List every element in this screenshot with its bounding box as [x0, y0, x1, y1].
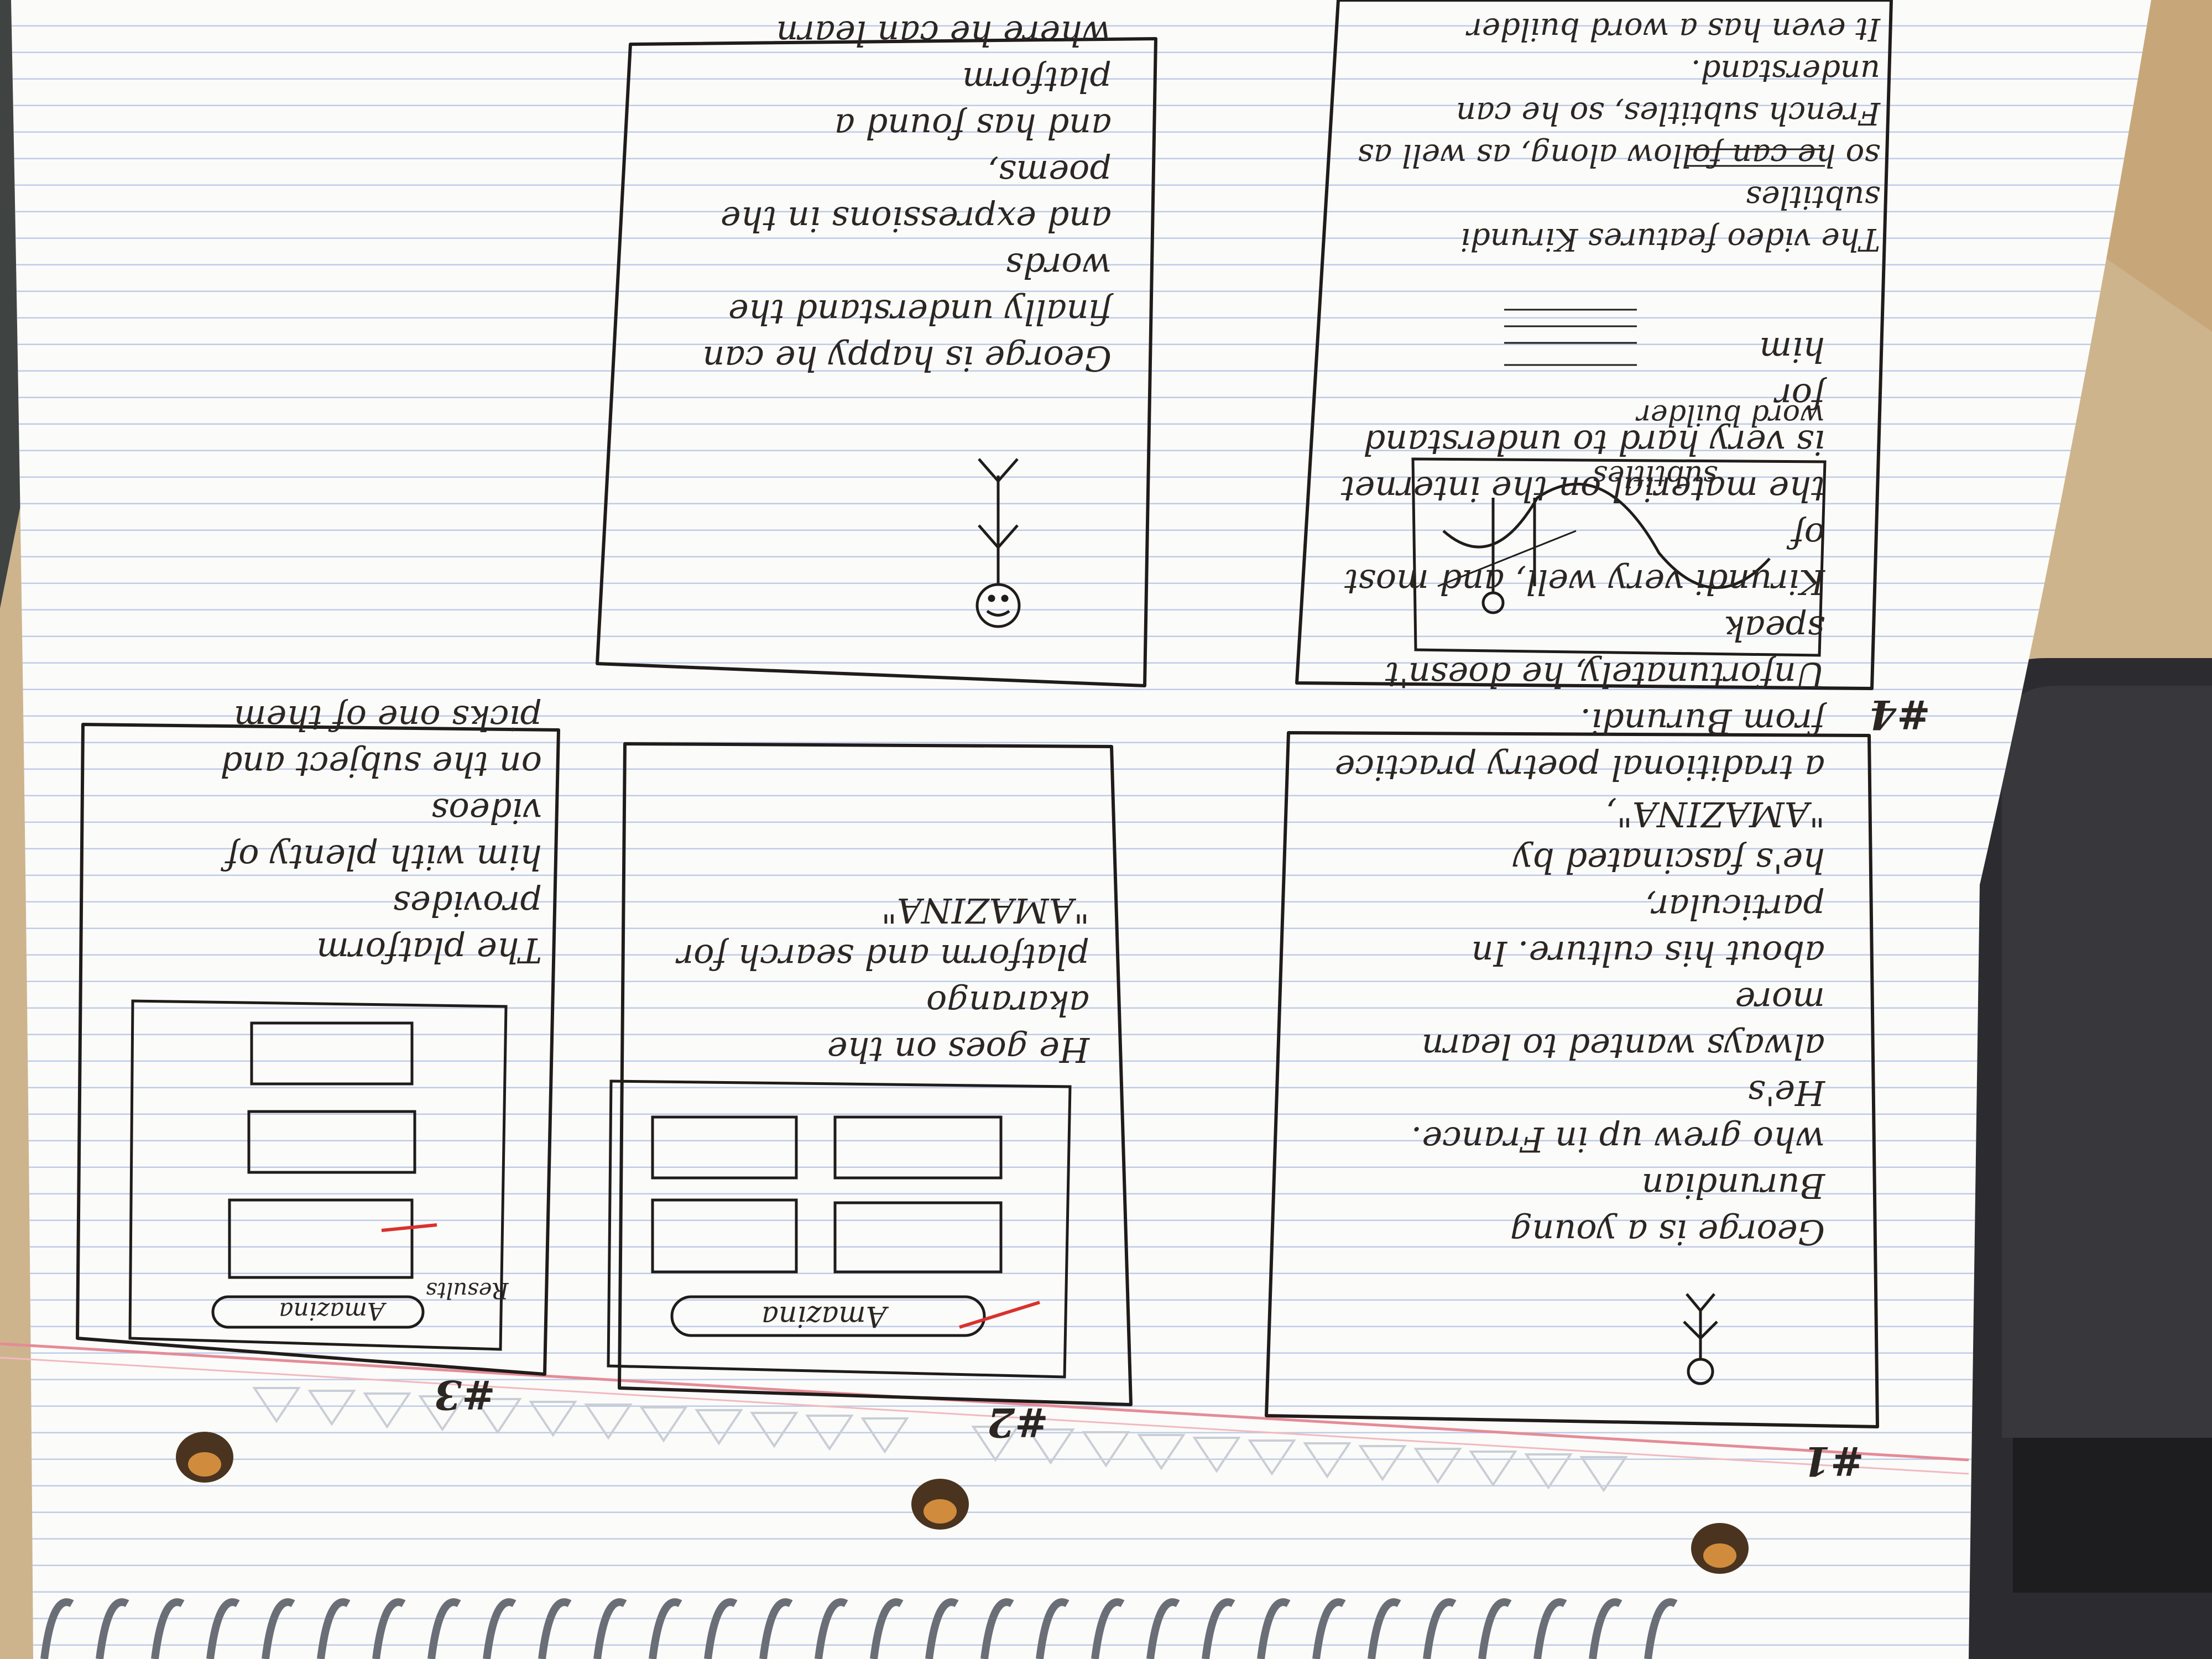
- panel-4-word-builder-label: word builder: [1637, 398, 1825, 431]
- panel-4-number: #4: [1869, 691, 1931, 738]
- panel-4-subtitles-label: subtitles: [1593, 459, 1718, 492]
- panel-1-number: #1: [1803, 1438, 1864, 1485]
- panel-3-text: The platform provides him with plenty of…: [220, 698, 542, 971]
- notebook-photo: #1 #2 #3 #4 George is a young Burundian …: [0, 0, 2212, 1659]
- panel-5-text: George is happy he can finally understan…: [702, 0, 1112, 379]
- panel-3-number: #3: [434, 1371, 495, 1418]
- panel-2-text: He goes on the akarango platform and sea…: [677, 890, 1089, 1070]
- panel-4-text: The video features Kirundi subtitles so …: [1358, 0, 1880, 257]
- panel-2-search-query: Amazina: [761, 1300, 887, 1333]
- panel-2-number: #2: [987, 1399, 1048, 1446]
- panel-3-search-query: Amazina: [279, 1297, 385, 1325]
- panel-3-results-label: Results: [426, 1277, 509, 1303]
- panel-1-text: George is a young Burundian who grew up …: [1334, 330, 1825, 1253]
